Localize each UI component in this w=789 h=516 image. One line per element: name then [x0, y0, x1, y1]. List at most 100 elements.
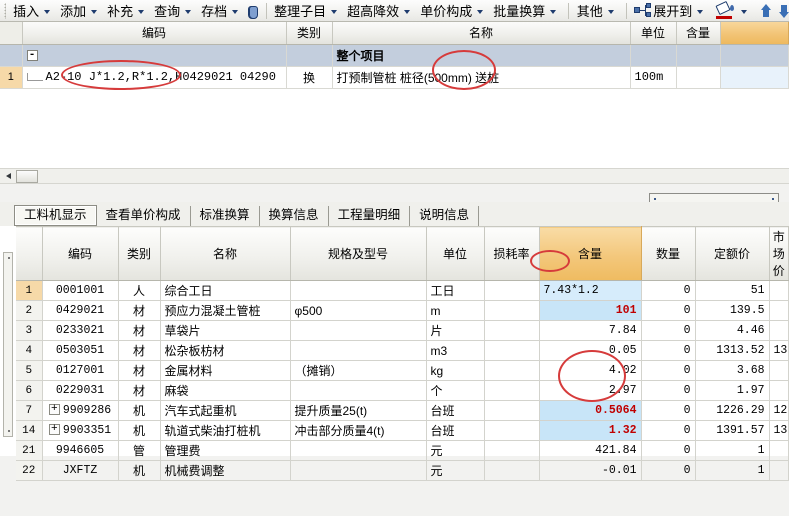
- table-row[interactable]: 6 0229031 材麻袋 个 2.97 0 1.97: [16, 380, 789, 401]
- bottom-row-name[interactable]: 麻袋: [160, 380, 291, 401]
- toolbar-button-unit-price-composition[interactable]: 单价构成: [417, 1, 490, 21]
- arrow-down-icon[interactable]: [777, 3, 789, 19]
- chevron-down-icon[interactable]: [185, 9, 192, 14]
- bottom-row-spec[interactable]: [290, 320, 427, 341]
- bottom-row-quota-price[interactable]: 4.46: [695, 320, 770, 341]
- bottom-row-category[interactable]: 机: [118, 400, 161, 421]
- chevron-down-icon[interactable]: [741, 9, 748, 14]
- bottom-col-category[interactable]: 类别: [118, 226, 161, 281]
- bottom-row-spec[interactable]: [290, 460, 427, 481]
- table-row[interactable]: 1 A2-10 J*1.2,R*1.2,H0429021 04290 换 打预制…: [0, 66, 789, 89]
- table-row[interactable]: - 整个项目: [0, 44, 789, 67]
- bottom-row-category[interactable]: 管: [118, 440, 161, 461]
- bottom-row-unit[interactable]: 台班: [426, 420, 485, 441]
- bottom-row-quantity[interactable]: 0: [641, 320, 696, 341]
- bottom-col-quantity[interactable]: 数量: [641, 226, 696, 281]
- top-row-unit[interactable]: [630, 44, 677, 67]
- bottom-col-market-price[interactable]: 市场价: [769, 226, 789, 281]
- bottom-row-name[interactable]: 汽车式起重机: [160, 400, 291, 421]
- bottom-row-name[interactable]: 综合工日: [160, 280, 291, 301]
- table-row[interactable]: 21 9946605 管管理费 元 421.84 0 1: [16, 440, 789, 461]
- chevron-down-icon[interactable]: [44, 9, 51, 14]
- bottom-row-category[interactable]: 机: [118, 460, 161, 481]
- top-col-content[interactable]: 含量: [676, 22, 721, 45]
- bottom-row-loss-rate[interactable]: [484, 460, 540, 481]
- top-row-name[interactable]: 整个项目: [332, 44, 631, 67]
- table-row[interactable]: 7 +9909286 机汽车式起重机 提升质量25(t) 台班 0.5064 0 1226.2…: [16, 400, 789, 421]
- toolbar-button-supplement[interactable]: 补充: [104, 1, 151, 21]
- bottom-row-spec[interactable]: [290, 340, 427, 361]
- bottom-col-rownum[interactable]: [16, 226, 43, 281]
- bottom-row-spec[interactable]: [290, 440, 427, 461]
- bottom-row-spec[interactable]: （摊销）: [290, 360, 427, 381]
- bottom-col-unit[interactable]: 单位: [426, 226, 485, 281]
- bottom-row-unit[interactable]: 元: [426, 460, 485, 481]
- bottom-row-spec[interactable]: φ500: [290, 300, 427, 321]
- bottom-row-market-price[interactable]: 13: [769, 420, 789, 441]
- top-row-name[interactable]: 打预制管桩 桩径(500mm) 送桩: [332, 66, 631, 89]
- top-row-content[interactable]: [676, 66, 721, 89]
- bottom-row-loss-rate[interactable]: [484, 280, 540, 301]
- top-row-unit[interactable]: 100m: [630, 66, 677, 89]
- bottom-row-market-price[interactable]: [769, 440, 789, 461]
- bottom-row-loss-rate[interactable]: [484, 340, 540, 361]
- chevron-down-icon[interactable]: [550, 9, 557, 14]
- table-row[interactable]: 4 0503051 材松杂板枋材 m3 0.05 0 1313.52 13: [16, 340, 789, 361]
- chevron-down-icon[interactable]: [404, 9, 411, 14]
- chevron-down-icon[interactable]: [607, 9, 614, 14]
- bottom-row-loss-rate[interactable]: [484, 320, 540, 341]
- toolbar-button-fill-color[interactable]: [710, 0, 754, 21]
- toolbar-button-batch-conversion[interactable]: 批量换算: [490, 1, 563, 21]
- bottom-row-unit[interactable]: m3: [426, 340, 485, 361]
- bottom-row-market-price[interactable]: [769, 360, 789, 381]
- bottom-row-quota-price[interactable]: 1: [695, 440, 770, 461]
- toolbar-button-height-efficiency[interactable]: 超高降效: [344, 1, 417, 21]
- bottom-row-code-cell[interactable]: 0429021: [42, 300, 119, 321]
- top-col-name[interactable]: 名称: [332, 22, 631, 45]
- table-row[interactable]: 5 0127001 材金属材料 （摊销） kg 4.02 0 3.68: [16, 360, 789, 381]
- bottom-row-category[interactable]: 材: [118, 320, 161, 341]
- bottom-row-content[interactable]: 101: [539, 300, 642, 321]
- scroll-left-icon[interactable]: [2, 170, 16, 183]
- top-row-accent[interactable]: [720, 44, 789, 67]
- chevron-down-icon[interactable]: [477, 9, 484, 14]
- table-row[interactable]: 3 0233021 材草袋片 片 7.84 0 4.46: [16, 320, 789, 341]
- bottom-row-content[interactable]: 0.05: [539, 340, 642, 361]
- bottom-row-market-price[interactable]: [769, 320, 789, 341]
- bottom-row-category[interactable]: 人: [118, 280, 161, 301]
- expand-plus-icon[interactable]: +: [48, 424, 60, 436]
- bottom-row-spec[interactable]: 冲击部分质量4(t): [290, 420, 427, 441]
- tab-unit-price[interactable]: 查看单价构成: [97, 206, 191, 226]
- chevron-down-icon[interactable]: [331, 9, 338, 14]
- bottom-row-code-cell[interactable]: 0503051: [42, 340, 119, 361]
- bottom-row-loss-rate[interactable]: [484, 380, 540, 401]
- bottom-row-quantity[interactable]: 0: [641, 400, 696, 421]
- bottom-row-category[interactable]: 机: [118, 420, 161, 441]
- bottom-row-quota-price[interactable]: 51: [695, 280, 770, 301]
- bottom-row-name[interactable]: 预应力混凝土管桩: [160, 300, 291, 321]
- bottom-row-content[interactable]: 1.32: [539, 420, 642, 441]
- bottom-row-content[interactable]: 0.5064: [539, 400, 642, 421]
- bottom-col-loss-rate[interactable]: 损耗率: [484, 226, 540, 281]
- collapse-icon[interactable]: -: [26, 50, 38, 62]
- toolbar-button-query[interactable]: 查询: [151, 1, 198, 21]
- chevron-down-icon[interactable]: [91, 9, 98, 14]
- bottom-row-spec[interactable]: [290, 380, 427, 401]
- top-row-code-cell[interactable]: A2-10 J*1.2,R*1.2,H0429021 04290: [22, 66, 287, 89]
- bottom-row-spec[interactable]: 提升质量25(t): [290, 400, 427, 421]
- expand-plus-icon[interactable]: +: [48, 404, 60, 416]
- bottom-row-market-price[interactable]: 12: [769, 400, 789, 421]
- tab-standard-conversion[interactable]: 标准换算: [191, 206, 260, 226]
- bottom-row-code-cell[interactable]: +9909286: [42, 400, 119, 421]
- toolbar-button-organize-subitems[interactable]: 整理子目: [271, 1, 344, 21]
- chevron-down-icon[interactable]: [697, 9, 704, 14]
- bottom-row-content[interactable]: 7.43*1.2: [539, 280, 642, 301]
- bottom-row-market-price[interactable]: [769, 280, 789, 301]
- bottom-row-quantity[interactable]: 0: [641, 300, 696, 321]
- bottom-row-quota-price[interactable]: 1313.52: [695, 340, 770, 361]
- chevron-down-icon[interactable]: [232, 9, 239, 14]
- bottom-row-name[interactable]: 金属材料: [160, 360, 291, 381]
- bottom-row-quantity[interactable]: 0: [641, 360, 696, 381]
- bottom-row-content[interactable]: 2.97: [539, 380, 642, 401]
- bottom-row-code-cell[interactable]: 0127001: [42, 360, 119, 381]
